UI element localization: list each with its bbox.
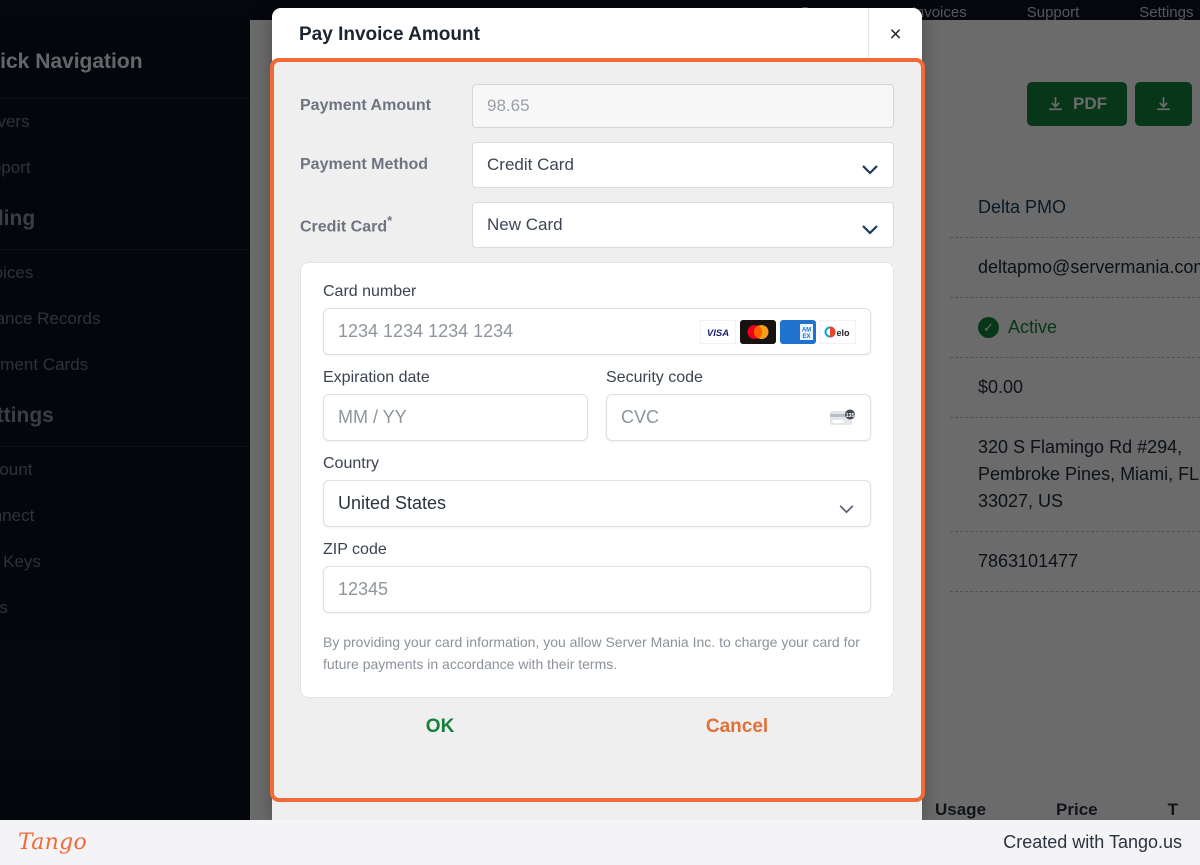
svg-text:VISA: VISA (707, 328, 729, 339)
payment-method-value: Credit Card (487, 155, 574, 174)
chevron-down-icon (861, 220, 879, 235)
security-code-input[interactable]: CVC 135 (606, 394, 871, 441)
amex-icon: AM EX (780, 319, 816, 344)
svg-text:elo: elo (836, 328, 850, 338)
country-group: Country United States (323, 455, 871, 527)
stripe-card-element: Card number 1234 1234 1234 1234 VISA AM … (300, 262, 894, 698)
payment-amount-label: Payment Amount (300, 97, 431, 114)
mastercard-icon (740, 319, 776, 344)
close-icon[interactable]: × (868, 8, 922, 62)
expiry-cvc-row: Expiration date MM / YY Security code CV… (323, 369, 871, 441)
country-select[interactable]: United States (323, 480, 871, 527)
zip-code-placeholder: 12345 (338, 579, 389, 599)
modal-footer: OK Cancel (300, 698, 894, 738)
modal-body: Payment Amount 98.65 Payment Method Cred… (272, 62, 922, 820)
security-code-group: Security code CVC 135 (606, 369, 871, 441)
field-row-credit-card: Credit Card* New Card (300, 202, 894, 248)
svg-text:EX: EX (802, 334, 810, 340)
payment-method-select[interactable]: Credit Card (472, 142, 894, 188)
payment-method-label: Payment Method (300, 156, 429, 173)
card-brand-icons: VISA AM EX elo (699, 319, 857, 344)
zip-group: ZIP code 12345 (323, 541, 871, 613)
card-disclaimer: By providing your card information, you … (323, 634, 860, 672)
country-value: United States (338, 493, 447, 513)
expiration-group: Expiration date MM / YY (323, 369, 588, 441)
svg-text:AM: AM (802, 327, 811, 333)
svg-text:135: 135 (846, 412, 855, 418)
security-code-placeholder: CVC (621, 407, 660, 427)
expiration-placeholder: MM / YY (338, 407, 407, 427)
elo-icon: elo (819, 319, 857, 344)
expiration-label: Expiration date (323, 369, 430, 386)
screenshot-root: Servers Invoices Support Settings Quick … (0, 0, 1200, 865)
credit-card-value: New Card (487, 215, 563, 234)
card-number-input[interactable]: 1234 1234 1234 1234 VISA AM EX elo (323, 308, 871, 355)
modal-header: Pay Invoice Amount × (272, 8, 922, 62)
field-row-payment-amount: Payment Amount 98.65 (300, 84, 894, 128)
credit-card-label-text: Credit Card (300, 218, 388, 236)
tango-logo: Tango (18, 830, 88, 855)
credit-card-label: Credit Card* (300, 213, 472, 236)
tango-footer: Tango Created with Tango.us (0, 820, 1200, 865)
zip-code-input[interactable]: 12345 (323, 566, 871, 613)
chevron-down-icon (838, 498, 856, 514)
cvc-card-icon: 135 (830, 409, 856, 427)
zip-code-label: ZIP code (323, 541, 387, 558)
card-number-placeholder: 1234 1234 1234 1234 (338, 321, 514, 341)
pay-invoice-modal: Pay Invoice Amount × Payment Amount 98.6… (272, 8, 922, 820)
country-label: Country (323, 455, 380, 472)
card-number-label: Card number (323, 283, 417, 300)
modal-title: Pay Invoice Amount (299, 23, 480, 45)
payment-amount-input[interactable]: 98.65 (472, 84, 894, 128)
field-row-payment-method: Payment Method Credit Card (300, 142, 894, 188)
tango-credit-text: Created with Tango.us (1003, 832, 1182, 852)
ok-button[interactable]: OK (426, 716, 455, 738)
chevron-down-icon (861, 160, 879, 175)
credit-card-select[interactable]: New Card (472, 202, 894, 248)
cancel-button[interactable]: Cancel (706, 716, 768, 738)
security-code-label: Security code (606, 369, 703, 386)
required-asterisk: * (387, 213, 393, 229)
expiration-input[interactable]: MM / YY (323, 394, 588, 441)
visa-icon: VISA (699, 319, 737, 344)
